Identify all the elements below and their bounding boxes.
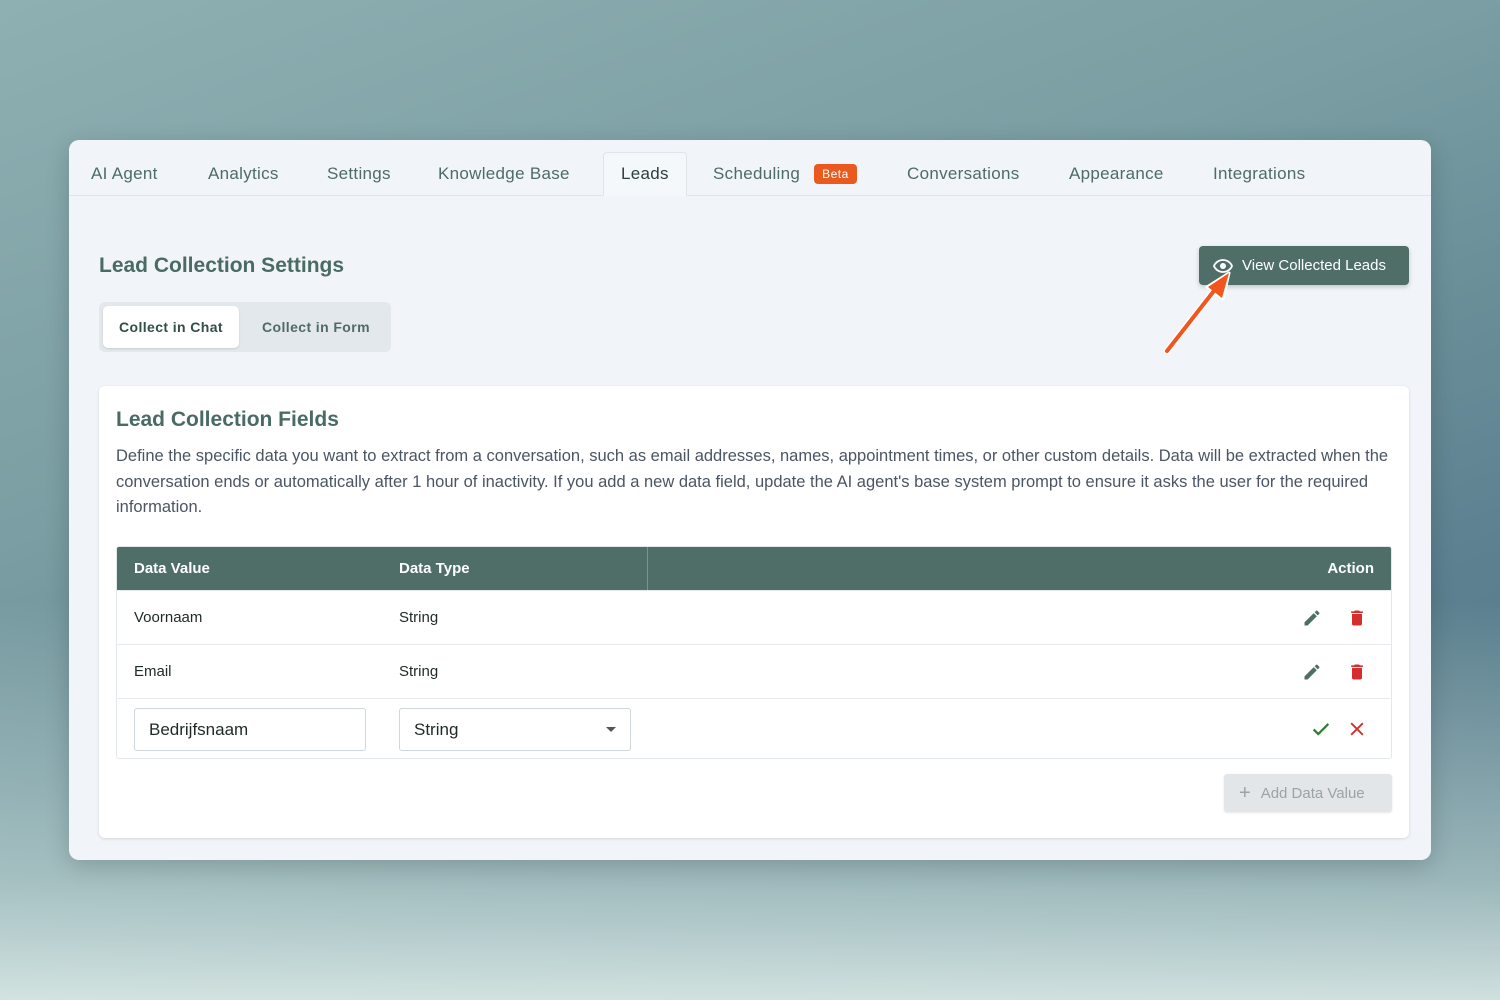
annotation-arrow-icon: [1163, 271, 1231, 355]
row-data-value: Email: [134, 663, 172, 680]
card-description: Define the specific data you want to ext…: [116, 447, 1389, 516]
table-header: Data Value Data Type Action: [117, 547, 1391, 590]
data-type-selected: String: [414, 720, 459, 739]
beta-badge: Beta: [814, 164, 857, 184]
chevron-down-icon: [606, 727, 616, 732]
card-title: Lead Collection Fields: [116, 408, 339, 431]
tab-settings[interactable]: Settings: [327, 152, 391, 196]
add-data-value-label: Add Data Value: [1260, 784, 1365, 802]
collect-mode-toggle: Collect in Chat Collect in Form: [99, 302, 391, 352]
app-window: AI Agent Analytics Settings Knowledge Ba…: [69, 140, 1431, 860]
header-data-type: Data Type: [399, 560, 470, 577]
plus-icon: +: [1239, 782, 1251, 804]
tab-integrations[interactable]: Integrations: [1213, 152, 1305, 196]
table-row: Email String: [117, 644, 1391, 698]
table-edit-row: String: [117, 698, 1391, 758]
fields-table: Data Value Data Type Action Voornaam Str…: [116, 546, 1392, 759]
page-title: Lead Collection Settings: [99, 254, 345, 277]
tab-knowledge-base[interactable]: Knowledge Base: [438, 152, 570, 196]
collect-in-form-button[interactable]: Collect in Form: [245, 306, 387, 348]
row-data-type: String: [399, 609, 439, 626]
tab-ai-agent[interactable]: AI Agent: [91, 152, 158, 196]
row-data-type: String: [399, 663, 439, 680]
collect-in-chat-button[interactable]: Collect in Chat: [103, 306, 239, 348]
check-icon[interactable]: [1309, 717, 1333, 741]
header-data-value: Data Value: [134, 560, 210, 577]
trash-icon[interactable]: [1345, 660, 1369, 684]
data-type-select[interactable]: String: [399, 708, 631, 751]
add-data-value-button[interactable]: + Add Data Value: [1224, 774, 1392, 812]
tab-appearance[interactable]: Appearance: [1069, 152, 1164, 196]
tab-scheduling[interactable]: Scheduling Beta: [713, 152, 857, 196]
pencil-icon[interactable]: [1300, 660, 1324, 684]
row-data-value: Voornaam: [134, 609, 203, 626]
data-value-input[interactable]: [134, 708, 366, 751]
pencil-icon[interactable]: [1300, 606, 1324, 630]
trash-icon[interactable]: [1345, 606, 1369, 630]
tab-leads[interactable]: Leads: [603, 152, 687, 196]
view-collected-leads-label: View Collected Leads: [1242, 257, 1386, 274]
header-divider: [647, 547, 648, 590]
table-row: Voornaam String: [117, 590, 1391, 644]
tab-bar: AI Agent Analytics Settings Knowledge Ba…: [69, 140, 1431, 196]
header-action: Action: [1327, 560, 1374, 577]
lead-collection-fields-card: Lead Collection Fields Define the specif…: [99, 386, 1409, 838]
tab-conversations[interactable]: Conversations: [907, 152, 1020, 196]
close-icon[interactable]: [1345, 717, 1369, 741]
tab-analytics[interactable]: Analytics: [208, 152, 279, 196]
